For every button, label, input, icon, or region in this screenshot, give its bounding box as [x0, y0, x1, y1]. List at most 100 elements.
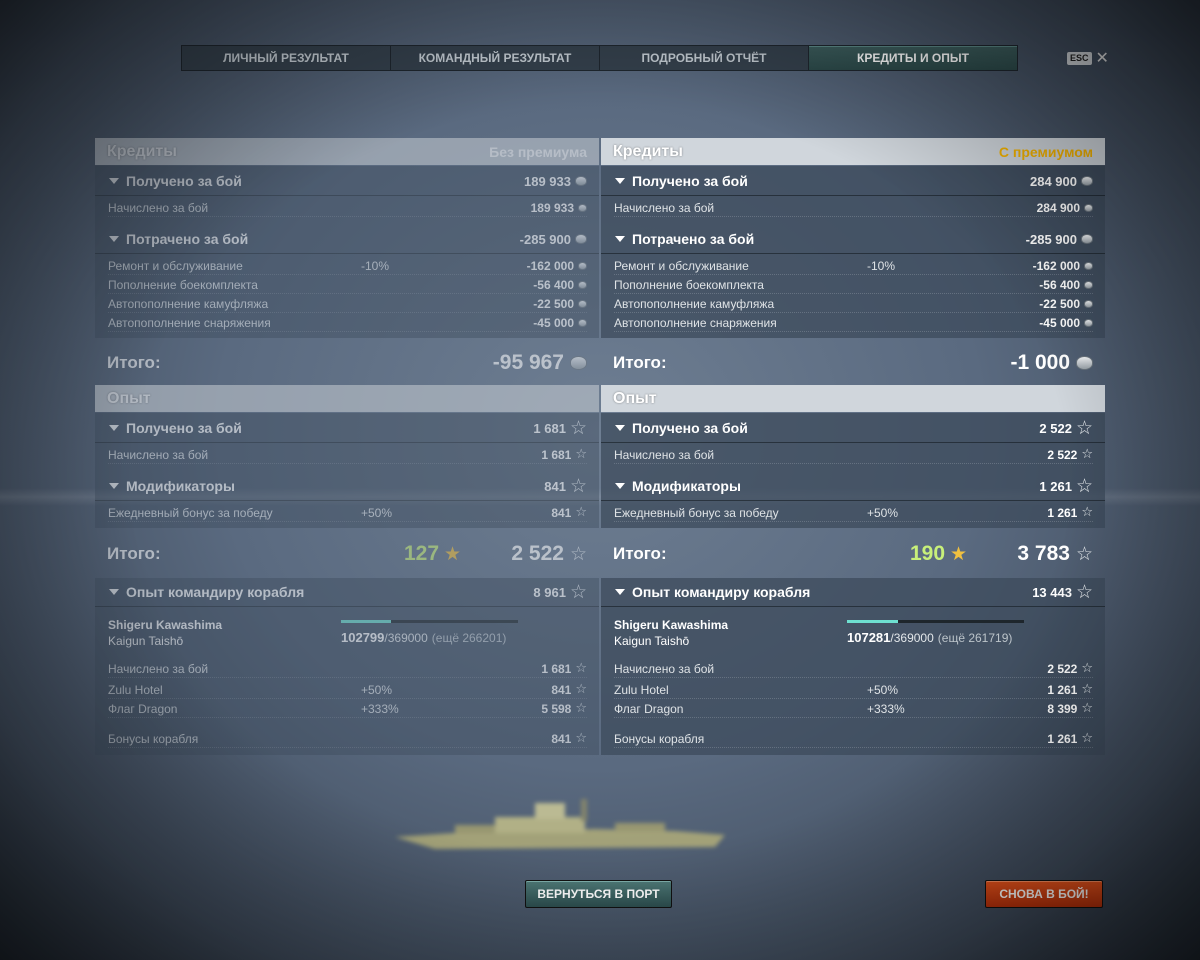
detail-row: Пополнение боекомплекта -56 400 [614, 276, 1093, 294]
detail-row: Zulu Hotel +50% 841 ☆ [108, 681, 587, 699]
detail-row: Ежедневный бонус за победу +50% 1 261 ☆ [614, 504, 1093, 522]
total-xp-value: 2 522 [511, 542, 564, 565]
row-label: Флаг Dragon [614, 701, 684, 716]
detail-row: Ремонт и обслуживание -10% -162 000 [614, 257, 1093, 275]
credit-icon [1084, 280, 1093, 289]
section-value: 2 522 [1039, 420, 1072, 436]
right-results-panel: Кредиты С премиумом Получено за бой 284 900… [601, 138, 1105, 755]
experience-header: Опыт [95, 385, 599, 412]
xp-star-icon: ☆ [569, 417, 587, 439]
row-label: Ежедневный бонус за победу [614, 505, 779, 520]
tab-credits-and-xp[interactable]: КРЕДИТЫ И ОПЫТ [809, 46, 1017, 70]
section-label: Модификаторы [126, 478, 235, 494]
earned-xp-section[interactable]: Получено за бой 1 681 ☆ [95, 414, 599, 443]
collapse-arrow-icon [109, 589, 119, 595]
credit-icon [575, 234, 587, 244]
section-value: 284 900 [1030, 173, 1077, 189]
credits-title: Кредиты [107, 142, 177, 160]
xp-star-icon: ☆ [1081, 505, 1093, 520]
xp-star-icon: ☆ [1075, 581, 1093, 603]
collapse-arrow-icon [615, 178, 625, 184]
xp-star-icon: ☆ [575, 731, 587, 746]
section-value: 1 261 [1039, 478, 1072, 494]
credits-total: Итого: -95 967 [95, 341, 599, 385]
row-label: Пополнение боекомплекта [108, 277, 258, 292]
row-value: 2 522 [1047, 661, 1078, 676]
spent-credits-section[interactable]: Потрачено за бой -285 900 [601, 225, 1105, 254]
row-value: -162 000 [1032, 258, 1080, 273]
modifiers-section[interactable]: Модификаторы 1 261 ☆ [601, 472, 1105, 501]
return-to-port-button[interactable]: ВЕРНУТЬСЯ В ПОРТ [525, 880, 672, 908]
row-value: 189 933 [530, 200, 574, 215]
close-icon: ✕ [1095, 48, 1109, 67]
commander-xp-section[interactable]: Опыт командиру корабля 8 961 ☆ [95, 578, 599, 607]
row-label: Начислено за бой [614, 447, 715, 462]
row-value: -56 400 [1039, 277, 1080, 292]
xp-star-icon: ☆ [1075, 475, 1093, 497]
tab-bar: ЛИЧНЫЙ РЕЗУЛЬТАТ КОМАНДНЫЙ РЕЗУЛЬТАТ ПОД… [181, 45, 1018, 71]
earned-credits-section[interactable]: Получено за бой 189 933 [95, 167, 599, 196]
row-value: -22 500 [533, 296, 574, 311]
xp-total: Итого: 127 ★ 2 522 ☆ [95, 532, 599, 576]
xp-star-icon: ☆ [575, 505, 587, 520]
row-percent: +50% [361, 505, 393, 520]
section-value: 13 443 [1032, 584, 1072, 600]
row-value: 1 261 [1047, 505, 1078, 520]
row-label: Ежедневный бонус за победу [108, 505, 273, 520]
commander-block: Опыт командиру корабля 8 961 ☆ Shigeru Kawa… [95, 578, 599, 755]
detail-row: Бонусы корабля 841 ☆ [108, 730, 587, 748]
section-value: 8 961 [533, 584, 566, 600]
row-value: 1 261 [1047, 682, 1078, 697]
credit-icon [578, 203, 587, 212]
detail-row: Автопополнение снаряжения -45 000 [614, 314, 1093, 332]
section-label: Модификаторы [632, 478, 741, 494]
credit-icon [578, 280, 587, 289]
collapse-arrow-icon [615, 425, 625, 431]
row-value: 841 [551, 682, 572, 697]
row-percent: +50% [867, 505, 899, 520]
section-label: Опыт командиру корабля [126, 584, 305, 600]
xp-star-icon: ☆ [575, 682, 587, 697]
credit-icon [578, 318, 587, 327]
collapse-arrow-icon [615, 589, 625, 595]
detail-row: Бонусы корабля 1 261 ☆ [614, 730, 1093, 748]
row-percent: +333% [867, 701, 905, 716]
credit-icon [1084, 299, 1093, 308]
row-percent: +333% [361, 701, 399, 716]
tab-team-result[interactable]: КОМАНДНЫЙ РЕЗУЛЬТАТ [391, 46, 600, 70]
detail-row: Флаг Dragon +333% 5 598 ☆ [108, 700, 587, 718]
row-label: Бонусы корабля [108, 731, 199, 746]
spent-credits-section[interactable]: Потрачено за бой -285 900 [95, 225, 599, 254]
section-value: 1 681 [533, 420, 566, 436]
row-label: Начислено за бой [614, 200, 715, 215]
ship-silhouette [395, 799, 725, 849]
detail-row: Автопополнение снаряжения -45 000 [108, 314, 587, 332]
modifiers-section[interactable]: Модификаторы 841 ☆ [95, 472, 599, 501]
xp-star-icon: ☆ [569, 581, 587, 603]
tab-personal-result[interactable]: ЛИЧНЫЙ РЕЗУЛЬТАТ [182, 46, 391, 70]
row-value: 5 598 [541, 701, 572, 716]
xp-star-icon: ☆ [569, 543, 587, 565]
row-value: 1 681 [541, 447, 572, 462]
commander-xp-section[interactable]: Опыт командиру корабля 13 443 ☆ [601, 578, 1105, 607]
xp-star-icon: ☆ [1081, 447, 1093, 462]
experience-title: Опыт [613, 389, 657, 407]
close-button[interactable]: ESC ✕ [1067, 48, 1109, 67]
row-value: 841 [551, 731, 572, 746]
row-label: Начислено за бой [108, 200, 209, 215]
credit-icon [1084, 318, 1093, 327]
xp-star-icon: ☆ [575, 661, 587, 676]
collapse-arrow-icon [615, 483, 625, 489]
xp-star-icon: ☆ [575, 447, 587, 462]
credit-icon [575, 176, 587, 186]
earned-xp-section[interactable]: Получено за бой 2 522 ☆ [601, 414, 1105, 443]
commander-xp-readout: 107281/369000 (ещё 261719) [847, 630, 1013, 645]
row-value: -45 000 [533, 315, 574, 330]
total-credits-value: -1 000 [1010, 351, 1070, 374]
commander-name: Shigeru Kawashima [614, 618, 729, 632]
left-results-panel: Кредиты Без премиума Получено за бой 189 93… [95, 138, 599, 755]
credit-icon [1076, 356, 1093, 370]
battle-again-button[interactable]: СНОВА В БОЙ! [985, 880, 1103, 908]
tab-detailed-report[interactable]: ПОДРОБНЫЙ ОТЧЁТ [600, 46, 809, 70]
earned-credits-section[interactable]: Получено за бой 284 900 [601, 167, 1105, 196]
